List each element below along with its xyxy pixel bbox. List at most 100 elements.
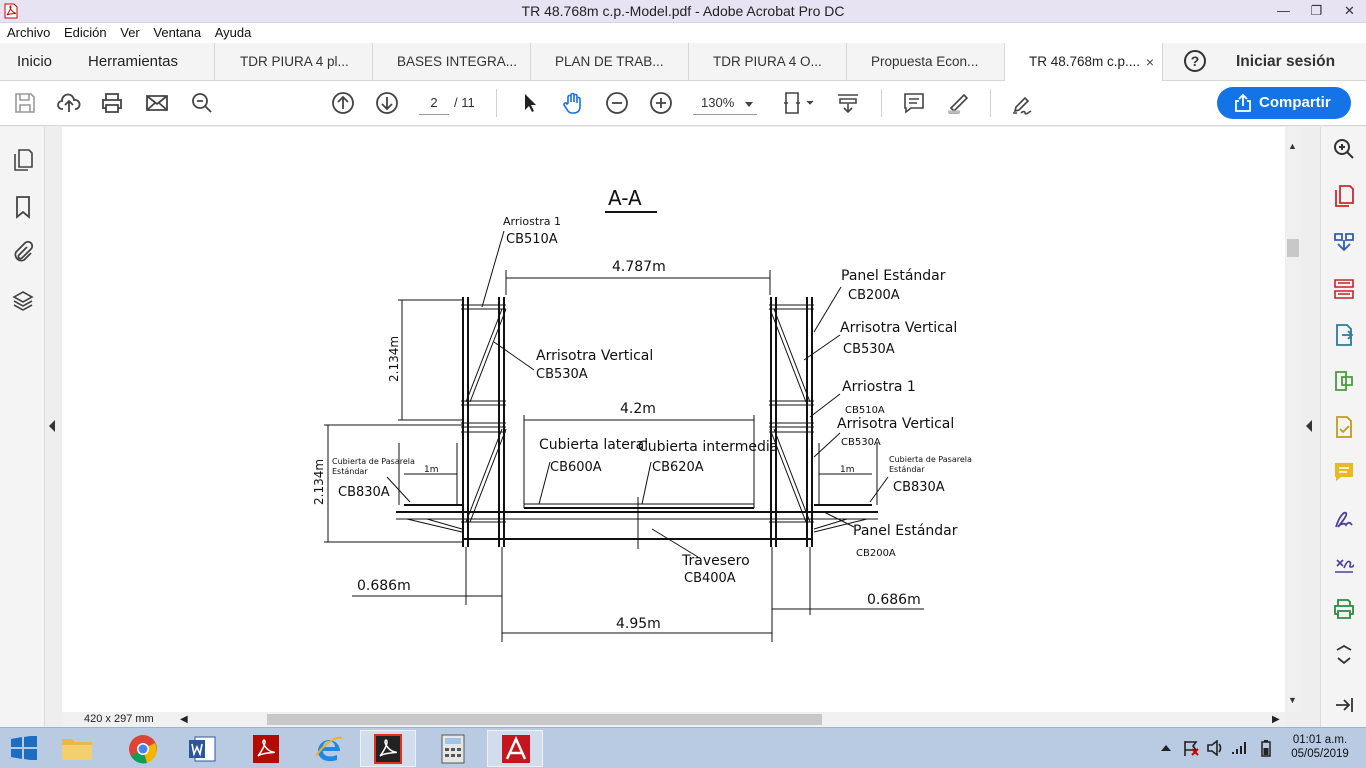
collapse-right-panel-icon[interactable] xyxy=(1306,420,1312,432)
zoom-in-icon[interactable] xyxy=(649,91,673,115)
dimension-label: 2.134m xyxy=(387,336,401,382)
horizontal-scroll-thumb[interactable] xyxy=(267,714,822,725)
scroll-right-icon[interactable]: ▶ xyxy=(1272,712,1280,727)
attachment-icon[interactable] xyxy=(11,240,35,264)
taskbar-clock[interactable]: 01:01 a.m. 05/05/2019 xyxy=(1285,733,1355,761)
menu-archivo[interactable]: Archivo xyxy=(7,23,50,43)
drawing-label: Panel Estándar xyxy=(841,268,946,284)
print-production-icon[interactable] xyxy=(1332,597,1356,621)
chrome-icon xyxy=(129,735,157,764)
vertical-scrollbar[interactable]: ▲ ▼ xyxy=(1285,127,1301,712)
restore-button[interactable]: ❐ xyxy=(1300,0,1333,23)
scroll-down-icon[interactable]: ▼ xyxy=(1288,695,1297,705)
close-tab-icon[interactable]: × xyxy=(1146,43,1154,81)
collapse-left-panel-icon[interactable] xyxy=(49,420,55,432)
section-title: A-A xyxy=(608,186,642,210)
battery-icon[interactable] xyxy=(1260,739,1272,757)
certificates-icon[interactable] xyxy=(1332,552,1356,576)
dimension-label: 2.134m xyxy=(312,459,326,505)
dimension-label: 4.2m xyxy=(620,401,656,417)
volume-icon[interactable] xyxy=(1206,740,1224,756)
drawing-label: Arriostra 1 xyxy=(503,215,561,228)
comment-tool-icon[interactable] xyxy=(1332,460,1356,484)
combine-files-icon[interactable] xyxy=(1332,230,1356,254)
comment-icon[interactable] xyxy=(902,91,926,115)
bookmark-icon[interactable] xyxy=(11,195,35,219)
select-cursor-icon[interactable] xyxy=(518,91,542,115)
edge-taskbar-button[interactable] xyxy=(303,730,359,767)
page-thumbnails-icon[interactable] xyxy=(11,148,35,172)
fill-sign-icon[interactable] xyxy=(1332,415,1356,439)
tab-doc[interactable]: BASES INTEGRA... xyxy=(373,43,531,81)
signin-link[interactable]: Iniciar sesión xyxy=(1236,43,1335,81)
page-number-input[interactable]: 2 xyxy=(419,93,449,115)
minimize-button[interactable]: — xyxy=(1267,0,1300,23)
menu-ventana[interactable]: Ventana xyxy=(153,23,201,43)
save-icon[interactable] xyxy=(13,91,37,115)
send-signature-icon[interactable] xyxy=(1332,507,1356,531)
email-icon[interactable] xyxy=(145,91,169,115)
scroll-left-icon[interactable]: ◀ xyxy=(180,712,188,727)
network-signal-icon[interactable] xyxy=(1230,740,1248,756)
organize-pages-icon[interactable] xyxy=(1332,277,1356,301)
scroll-thumb[interactable] xyxy=(1287,239,1299,257)
drawing-label: Arriostra 1 xyxy=(842,379,916,395)
menu-edicion[interactable]: Edición xyxy=(64,23,107,43)
drawing-label: Cubierta de Pasarela xyxy=(332,457,415,466)
export-pdf-icon[interactable] xyxy=(1332,323,1356,347)
zoom-tool-icon[interactable] xyxy=(1332,137,1356,161)
chrome-taskbar-button[interactable] xyxy=(115,730,171,767)
drawing-label: CB200A xyxy=(856,548,896,559)
zoom-search-icon[interactable] xyxy=(190,91,214,115)
action-center-flag-icon[interactable] xyxy=(1182,739,1200,757)
word-taskbar-button[interactable] xyxy=(175,730,231,767)
hand-tool-icon[interactable] xyxy=(561,91,585,115)
edit-pdf-icon[interactable] xyxy=(1332,369,1356,393)
calculator-taskbar-button[interactable] xyxy=(425,730,481,767)
upload-cloud-icon[interactable] xyxy=(57,91,81,115)
section-drawing: A-A Arriostra 1 CB510A 4.787m Panel Está… xyxy=(312,186,972,642)
tab-doc[interactable]: TDR PIURA 4 O... xyxy=(689,43,847,81)
scroll-mode-icon[interactable] xyxy=(836,91,860,115)
drawing-label: Arrisotra Vertical xyxy=(536,348,653,364)
show-hidden-icons-icon[interactable] xyxy=(1160,743,1172,753)
acrobat-pro-taskbar-button[interactable] xyxy=(360,730,416,767)
drawing-label: CB200A xyxy=(848,288,900,303)
zoom-out-icon[interactable] xyxy=(605,91,629,115)
create-pdf-icon[interactable] xyxy=(1332,184,1356,208)
tab-doc[interactable]: PLAN DE TRAB... xyxy=(531,43,689,81)
print-icon[interactable] xyxy=(100,91,124,115)
tab-tools[interactable]: Herramientas xyxy=(88,43,215,81)
dimension-label: 0.686m xyxy=(357,578,411,594)
menu-ver[interactable]: Ver xyxy=(120,23,140,43)
acrobat-reader-taskbar-button[interactable] xyxy=(240,730,296,767)
drawing-label: CB510A xyxy=(506,232,558,247)
file-explorer-taskbar-button[interactable] xyxy=(50,730,106,767)
windows-start-icon[interactable] xyxy=(10,736,38,760)
share-button[interactable]: Compartir xyxy=(1217,87,1351,119)
document-page[interactable]: A-A Arriostra 1 CB510A 4.787m Panel Está… xyxy=(62,127,1285,712)
fit-page-icon[interactable] xyxy=(783,91,815,115)
collapse-tools-icon[interactable] xyxy=(1332,693,1356,717)
more-tools-chevron-down-icon[interactable] xyxy=(1332,642,1356,666)
layers-icon[interactable] xyxy=(11,289,35,313)
next-page-icon[interactable] xyxy=(375,91,399,115)
chevron-down-icon[interactable] xyxy=(745,102,753,107)
horizontal-scrollbar[interactable]: 420 x 297 mm ◀ ▶ xyxy=(62,712,1285,727)
drawing-label: Travesero xyxy=(681,553,750,569)
toolbar-divider xyxy=(496,89,497,117)
highlight-pen-icon[interactable] xyxy=(946,91,970,115)
tab-doc[interactable]: TDR PIURA 4 pl... xyxy=(216,43,373,81)
scroll-up-icon[interactable]: ▲ xyxy=(1288,141,1297,151)
internet-explorer-icon xyxy=(315,736,343,762)
close-window-button[interactable]: ✕ xyxy=(1333,0,1366,23)
autocad-taskbar-button[interactable] xyxy=(487,730,543,767)
previous-page-icon[interactable] xyxy=(331,91,355,115)
help-icon[interactable]: ? xyxy=(1184,50,1206,72)
tab-home[interactable]: Inicio xyxy=(0,43,72,81)
menu-ayuda[interactable]: Ayuda xyxy=(215,23,252,43)
acrobat-icon xyxy=(253,735,279,763)
sign-icon[interactable] xyxy=(1010,91,1034,115)
tab-doc[interactable]: Propuesta Econ... xyxy=(847,43,1005,81)
tab-active-doc[interactable]: TR 48.768m c.p.... × xyxy=(1005,43,1163,81)
